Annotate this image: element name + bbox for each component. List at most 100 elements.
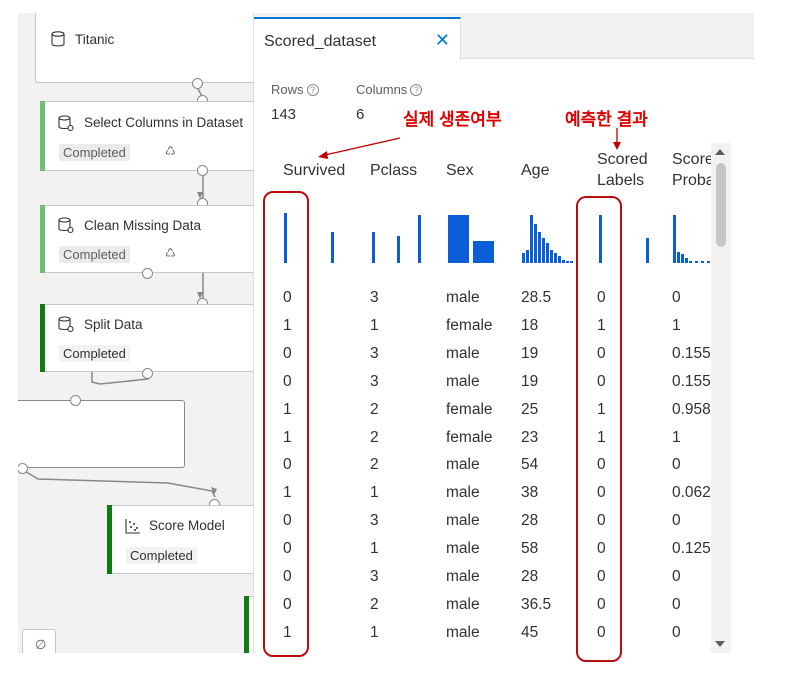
table-cell: 1 (370, 484, 379, 502)
table-cell: 28 (521, 568, 539, 585)
node-title: Titanic (75, 32, 115, 47)
table-cell: 0 (672, 456, 681, 474)
table-cell: 28 (521, 512, 539, 530)
data-grid[interactable]: Survived Pclass Sex Age Scored Labels Sco… (271, 143, 711, 653)
table-cell: male (446, 568, 480, 585)
close-icon[interactable]: ✕ (435, 31, 450, 49)
pipeline-node-titanic[interactable]: Titanic (35, 13, 253, 83)
status-badge: Completed (126, 547, 197, 564)
tab-title: Scored_dataset (264, 33, 377, 50)
table-cell: 2 (370, 400, 379, 418)
table-cell: male (446, 652, 480, 653)
status-accent (40, 205, 45, 273)
table-cell: male (446, 540, 480, 558)
pipeline-node-hidden[interactable] (18, 400, 185, 468)
module-icon (58, 316, 74, 333)
histogram-bar (331, 232, 334, 263)
pipeline-node-partial[interactable] (244, 596, 253, 653)
status-badge: Completed (59, 144, 130, 161)
columns-label-text: Columns (356, 82, 408, 97)
table-cell: male (446, 289, 480, 306)
histogram-bar (546, 243, 549, 263)
table-cell: male (446, 623, 480, 641)
table-cell: 0.958 (672, 400, 711, 418)
pipeline-node-score-model[interactable]: Score Model Completed (107, 505, 253, 574)
table-cell: 0 (672, 568, 681, 585)
histogram-bar (372, 232, 375, 263)
histogram-bar (397, 236, 400, 263)
table-cell: male (446, 372, 480, 390)
table-cell: male (446, 456, 480, 474)
table-cell: 0 (672, 595, 681, 613)
histogram-bar (701, 261, 704, 263)
scrollbar-thumb[interactable] (716, 163, 726, 247)
column-header-text: Sex (446, 162, 474, 179)
canvas-minitab[interactable]: ∅ (22, 629, 56, 653)
table-cell: 3 (370, 652, 379, 653)
column-header-text: Pclass (370, 162, 418, 179)
column-header-scored-labels[interactable]: Scored Labels (597, 149, 648, 191)
column-header-survived[interactable]: Survived (283, 160, 345, 181)
rows-value: 143 (271, 106, 297, 123)
table-cell: 3 (370, 289, 379, 306)
histogram-bar (522, 253, 525, 263)
table-cell: 58 (521, 540, 539, 558)
table-cell: 45 (521, 623, 539, 641)
table-cell: 1 (672, 316, 681, 334)
output-port[interactable] (142, 368, 153, 379)
tab-scored-dataset[interactable]: Scored_dataset ✕ (254, 17, 461, 60)
pipeline-node-split-data[interactable]: Split Data Completed (40, 304, 253, 372)
column-header-text: Scored (597, 151, 648, 168)
table-cell: 36.5 (521, 595, 552, 613)
status-accent (40, 101, 45, 171)
module-icon (58, 217, 74, 234)
pipeline-canvas[interactable]: Titanic Select Columns in Dataset Comple… (18, 13, 253, 653)
table-cell: 19 (521, 372, 539, 390)
histogram-bar (562, 260, 565, 263)
column-header-scored-probabilities[interactable]: Scored Probabilities (672, 149, 711, 191)
edit-icon: ∅ (35, 637, 47, 652)
reuse-icon: ♺ (165, 246, 176, 260)
table-cell: female (446, 428, 493, 446)
panel-tab-bar: Scored_dataset ✕ (254, 13, 754, 60)
help-icon[interactable]: ? (410, 84, 423, 96)
node-title: Score Model (149, 518, 225, 533)
column-header-pclass[interactable]: Pclass (370, 160, 417, 181)
histogram-bar (542, 238, 545, 263)
table-cell: 42 (521, 652, 538, 653)
vertical-scrollbar[interactable] (711, 143, 731, 653)
table-cell: 1 (370, 540, 379, 558)
table-cell: 1 (370, 623, 379, 641)
output-port[interactable] (142, 268, 153, 279)
output-port[interactable] (192, 78, 203, 89)
table-cell: male (446, 512, 480, 530)
scroll-down-arrow-icon[interactable] (715, 641, 725, 647)
node-title: Clean Missing Data (84, 218, 202, 233)
table-cell: 0 (672, 652, 681, 653)
pipeline-node-clean-missing[interactable]: Clean Missing Data Completed ♺ (40, 205, 253, 273)
histogram-bar (538, 232, 541, 263)
status-accent (244, 596, 249, 653)
histogram-bar (689, 261, 692, 263)
column-header-text: Scored (672, 151, 711, 168)
table-cell: female (446, 316, 493, 334)
table-cell: 0.062 (672, 484, 711, 502)
table-cell: 0.125 (672, 540, 711, 558)
annotation-box-predicted (576, 196, 622, 662)
column-header-age[interactable]: Age (521, 160, 549, 181)
pipeline-node-select-columns[interactable]: Select Columns in Dataset Completed ♺ (40, 101, 253, 171)
column-header-text: Probabilities (672, 172, 711, 189)
annotation-predicted: 예측한 결과 (565, 110, 648, 129)
dataset-icon (51, 31, 65, 47)
dataset-preview-panel: Scored_dataset ✕ Rows? 143 Columns? 6 Su… (253, 13, 754, 653)
help-icon[interactable]: ? (306, 84, 319, 96)
scroll-up-arrow-icon[interactable] (715, 149, 725, 155)
column-histograms (284, 213, 710, 263)
annotation-box-actual (263, 191, 309, 657)
table-cell: 0.155 (672, 372, 711, 390)
histogram-bar (685, 258, 688, 263)
column-header-sex[interactable]: Sex (446, 160, 474, 181)
columns-label: Columns? (356, 82, 423, 97)
input-port[interactable] (70, 395, 81, 406)
output-port[interactable] (197, 165, 208, 176)
